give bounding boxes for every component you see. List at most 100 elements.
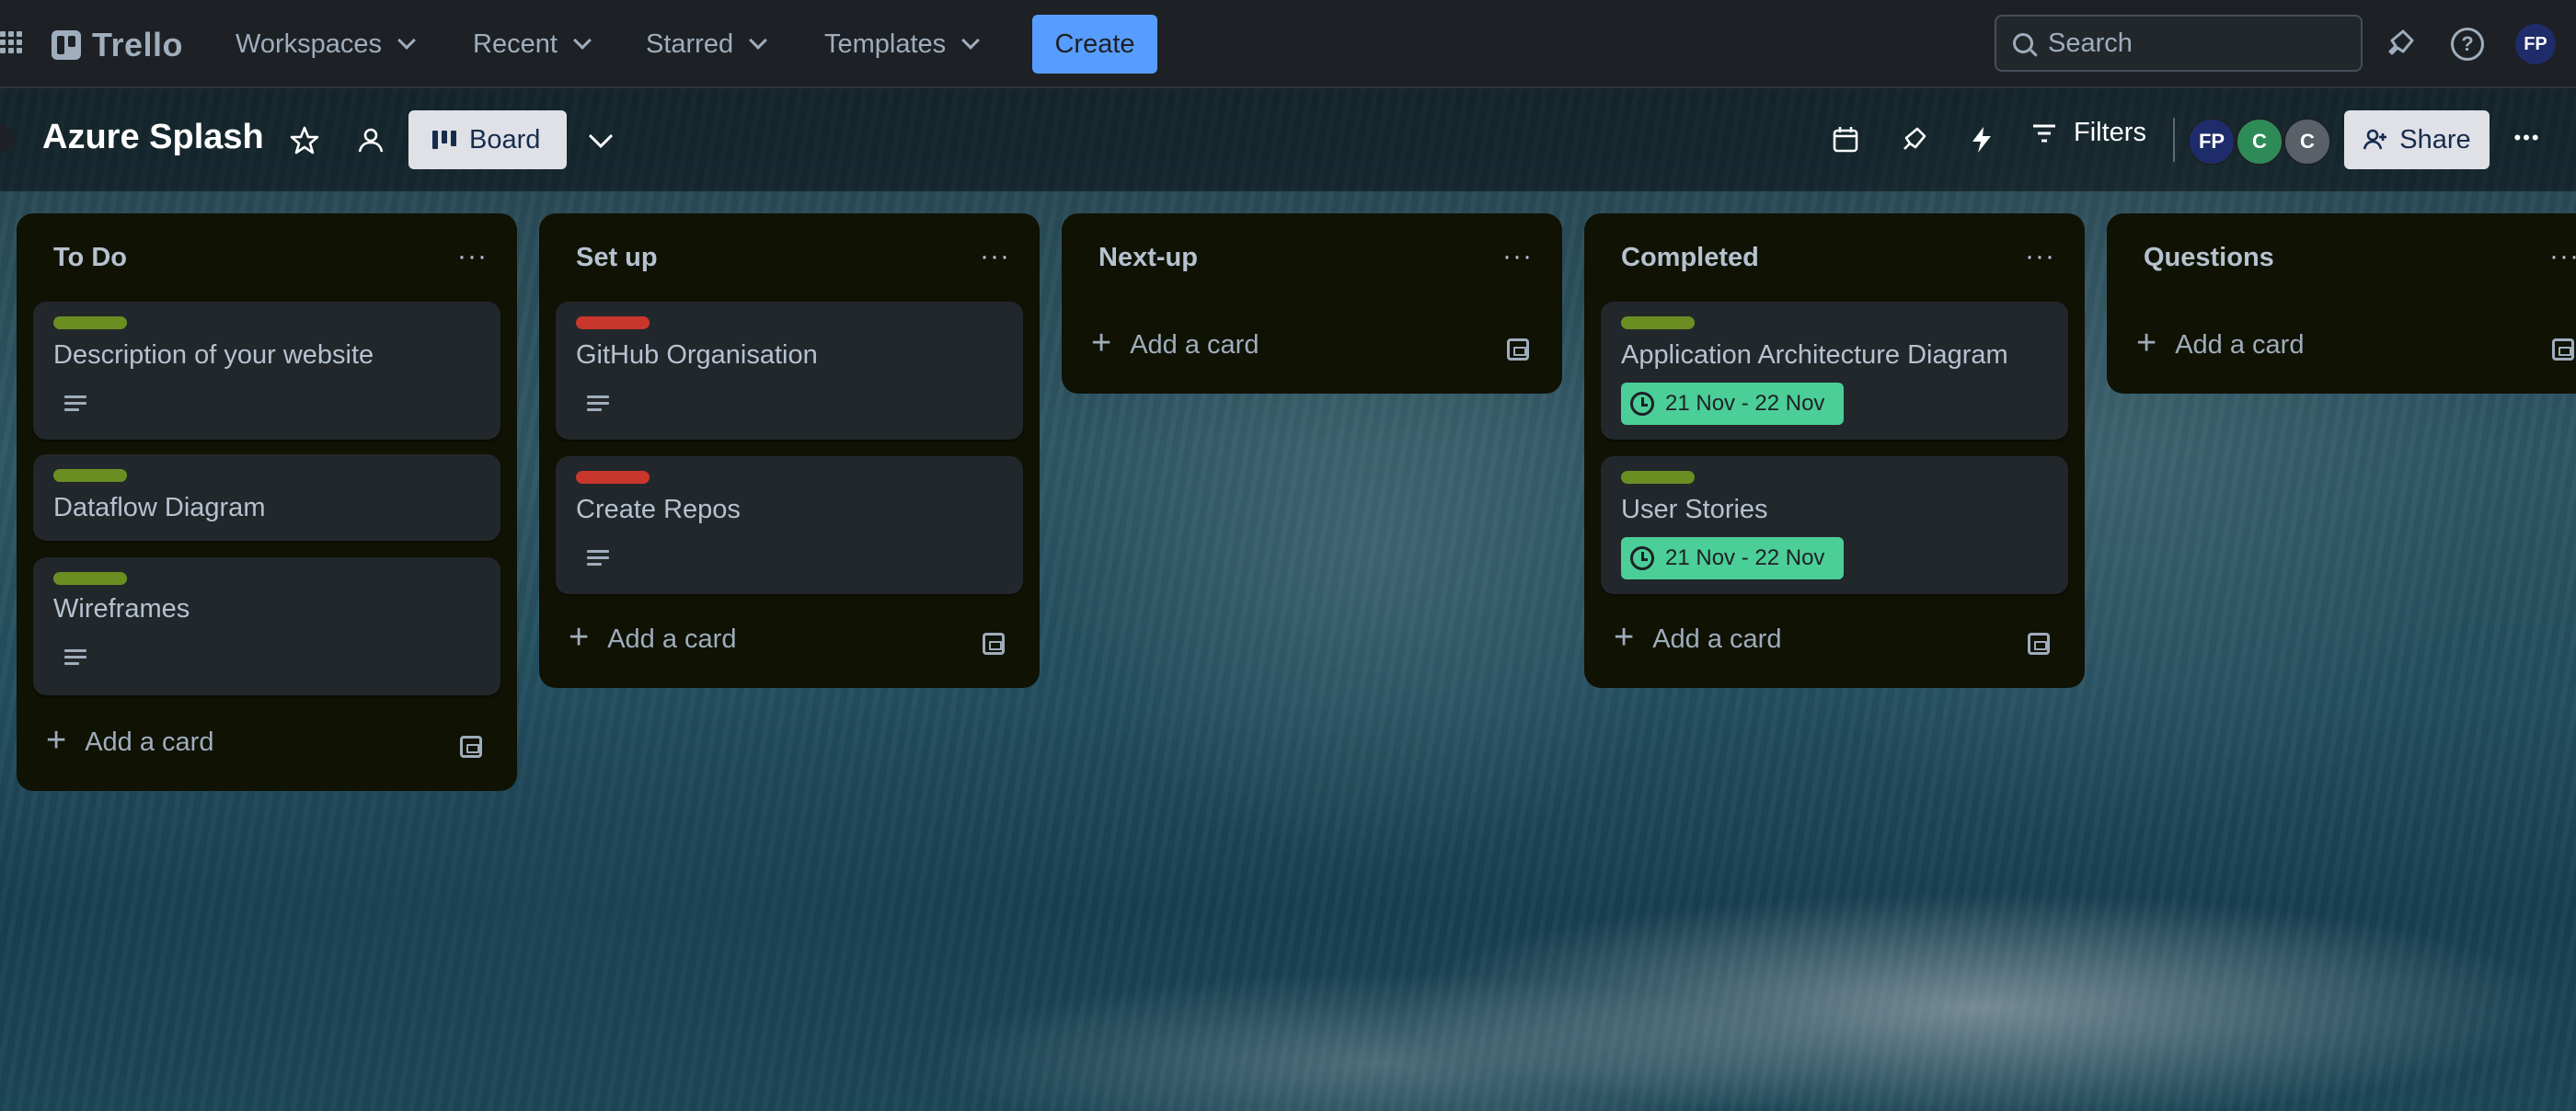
header-divider — [2173, 118, 2175, 162]
card[interactable]: Application Architecture Diagram 21 Nov … — [1601, 302, 2068, 440]
list-menu-icon[interactable]: ··· — [457, 241, 488, 272]
top-navigation: Trello Workspaces Recent Starred Templat… — [0, 0, 2576, 88]
due-date-badge[interactable]: 21 Nov - 22 Nov — [1621, 537, 1844, 579]
card[interactable]: Wireframes — [33, 557, 500, 695]
workspace-visible-icon[interactable] — [355, 125, 386, 156]
filter-icon — [2033, 124, 2055, 142]
list-menu-icon[interactable]: ··· — [2025, 241, 2055, 272]
chevron-down-icon — [749, 31, 768, 50]
card-label[interactable] — [1621, 316, 1695, 329]
list-title[interactable]: Questions — [2144, 243, 2274, 273]
card-title: User Stories — [1621, 495, 1768, 524]
card-label[interactable] — [1621, 471, 1695, 484]
card[interactable]: Description of your website — [33, 302, 500, 440]
list-menu-icon[interactable]: ··· — [2549, 241, 2576, 272]
card[interactable]: Dataflow Diagram — [33, 454, 500, 541]
list-title[interactable]: Next-up — [1098, 243, 1198, 273]
add-card-button[interactable]: + Add a card — [2136, 324, 2305, 362]
help-icon[interactable]: ? — [2451, 28, 2484, 61]
plus-icon: + — [1614, 618, 1635, 657]
chevron-down-icon — [572, 31, 592, 50]
automation-icon[interactable] — [1967, 125, 1996, 155]
due-date-badge[interactable]: 21 Nov - 22 Nov — [1621, 383, 1844, 425]
add-card-label: Add a card — [2175, 329, 2305, 360]
add-card-label: Add a card — [1130, 329, 1259, 360]
chevron-down-icon — [397, 31, 416, 50]
calendar-icon[interactable] — [1831, 125, 1860, 155]
share-button[interactable]: Share — [2344, 110, 2490, 169]
nav-menu-label: Starred — [646, 29, 734, 59]
list-todo: To Do ··· Description of your website Da… — [17, 213, 517, 791]
plus-icon: + — [2136, 324, 2157, 362]
power-ups-icon[interactable] — [1899, 125, 1928, 155]
add-card-label: Add a card — [1652, 624, 1782, 654]
create-from-template-icon[interactable] — [2552, 338, 2574, 361]
description-icon — [64, 649, 86, 666]
nav-menu-label: Recent — [473, 29, 558, 59]
add-card-label: Add a card — [85, 727, 214, 757]
logo-text: Trello — [92, 26, 184, 63]
card[interactable]: User Stories 21 Nov - 22 Nov — [1601, 456, 2068, 594]
board-icon — [432, 131, 456, 149]
card-title: GitHub Organisation — [576, 340, 818, 370]
create-button[interactable]: Create — [1032, 15, 1157, 74]
user-avatar[interactable]: FP — [2515, 24, 2556, 64]
list-title[interactable]: Completed — [1621, 243, 1759, 273]
create-from-template-icon[interactable] — [1507, 338, 1529, 361]
plus-icon: + — [1091, 324, 1112, 362]
description-icon — [587, 395, 609, 412]
add-member-icon — [2363, 129, 2387, 150]
board-view-label: Board — [469, 124, 541, 155]
nav-menu-workspaces[interactable]: Workspaces — [236, 22, 416, 66]
list-title[interactable]: Set up — [576, 243, 658, 273]
member-avatar[interactable]: C — [2236, 118, 2283, 166]
add-card-button[interactable]: + Add a card — [1614, 620, 1782, 655]
list-questions: Questions ··· + Add a card — [2107, 213, 2576, 394]
create-from-template-icon[interactable] — [460, 736, 482, 758]
create-from-template-icon[interactable] — [983, 633, 1005, 655]
create-from-template-icon[interactable] — [2028, 633, 2050, 655]
share-label: Share — [2399, 124, 2471, 155]
nav-menu-recent[interactable]: Recent — [473, 22, 592, 66]
card-label[interactable] — [53, 469, 127, 482]
board-title[interactable]: Azure Splash — [42, 118, 264, 157]
add-card-label: Add a card — [607, 624, 737, 654]
card-label[interactable] — [576, 316, 650, 329]
card-label[interactable] — [576, 471, 650, 484]
add-card-button[interactable]: + Add a card — [1091, 324, 1259, 362]
card-title: Create Repos — [576, 495, 741, 524]
list-menu-icon[interactable]: ··· — [1502, 241, 1533, 272]
card[interactable]: GitHub Organisation — [556, 302, 1023, 440]
nav-menu-starred[interactable]: Starred — [646, 22, 768, 66]
description-icon — [587, 550, 609, 567]
more-options-icon[interactable]: ••• — [2508, 120, 2547, 156]
filters-button[interactable]: Filters — [2031, 118, 2146, 148]
card[interactable]: Create Repos — [556, 456, 1023, 594]
card-label[interactable] — [53, 316, 127, 329]
trello-logo[interactable]: Trello — [52, 26, 183, 64]
nav-menu-label: Templates — [824, 29, 947, 59]
member-avatar[interactable]: C — [2283, 118, 2331, 166]
star-icon[interactable] — [289, 125, 320, 156]
filters-label: Filters — [2074, 118, 2146, 147]
add-card-button[interactable]: + Add a card — [46, 723, 214, 758]
due-date-text: 21 Nov - 22 Nov — [1665, 545, 1825, 570]
search-box[interactable] — [1995, 15, 2363, 72]
chevron-down-icon — [961, 31, 981, 50]
trello-logo-icon — [52, 30, 81, 60]
chevron-down-icon[interactable] — [585, 127, 616, 155]
list-completed: Completed ··· Application Architecture D… — [1584, 213, 2085, 688]
clock-icon — [1630, 546, 1654, 570]
card-title: Dataflow Diagram — [53, 493, 266, 522]
add-card-button[interactable]: + Add a card — [569, 620, 737, 655]
board-view-button[interactable]: Board — [408, 110, 567, 169]
notifications-icon[interactable] — [2383, 28, 2416, 61]
card-label[interactable] — [53, 572, 127, 585]
nav-menu-templates[interactable]: Templates — [824, 22, 981, 66]
member-avatar[interactable]: FP — [2188, 118, 2236, 166]
list-title[interactable]: To Do — [53, 243, 127, 273]
nav-menu-label: Workspaces — [236, 29, 383, 59]
app-switcher-icon[interactable] — [0, 31, 22, 57]
search-input[interactable] — [2048, 28, 2342, 59]
list-menu-icon[interactable]: ··· — [980, 241, 1010, 272]
